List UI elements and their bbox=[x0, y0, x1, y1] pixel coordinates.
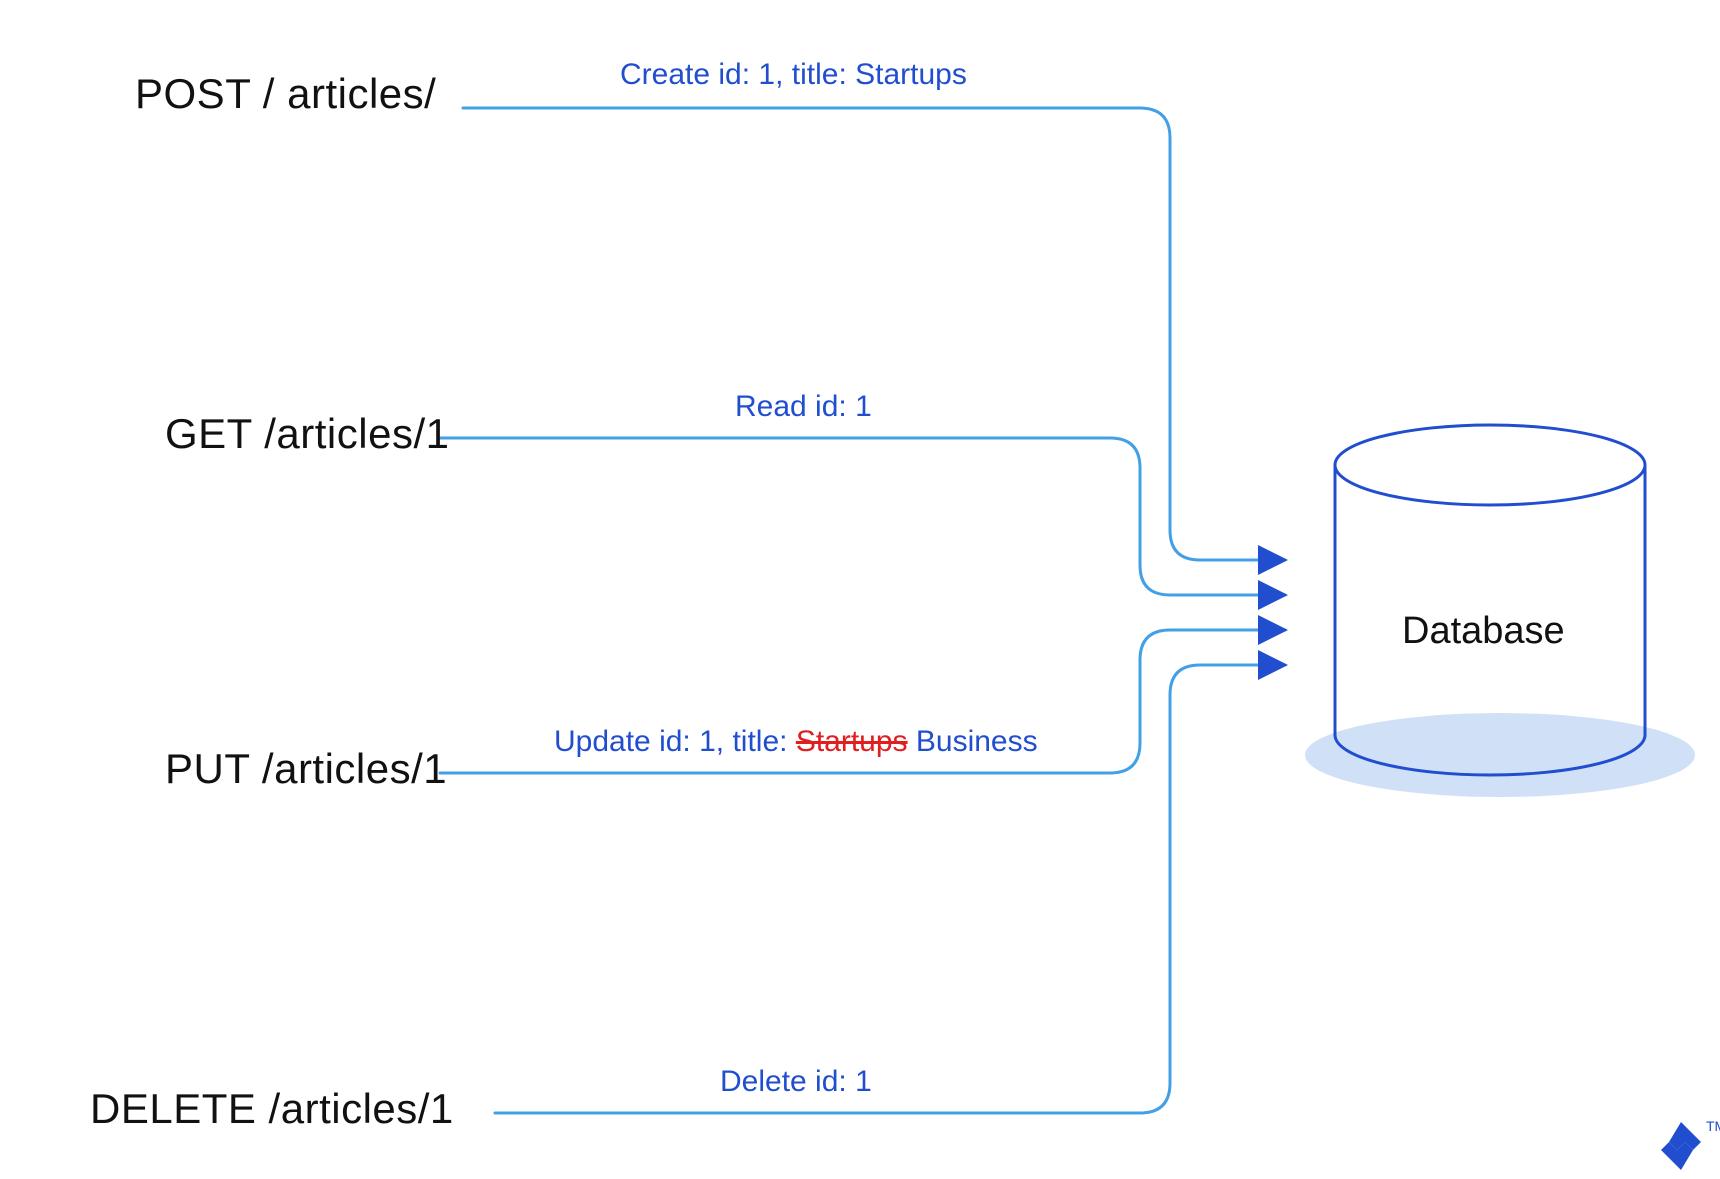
desc-post: Create id: 1, title: Startups bbox=[620, 58, 967, 92]
desc-put-suffix: Business bbox=[908, 725, 1038, 758]
desc-get: Read id: 1 bbox=[735, 390, 872, 424]
arrows bbox=[438, 108, 1285, 1113]
desc-put-strike: Startups bbox=[796, 725, 908, 758]
arrow-get bbox=[438, 438, 1285, 595]
diagram-svg bbox=[0, 0, 1720, 1179]
desc-delete: Delete id: 1 bbox=[720, 1065, 872, 1099]
method-delete: DELETE /articles/1 bbox=[90, 1085, 454, 1133]
database-label: Database bbox=[1402, 610, 1565, 653]
method-put: PUT /articles/1 bbox=[165, 745, 447, 793]
arrow-post bbox=[463, 108, 1285, 560]
trademark: TM bbox=[1706, 1118, 1720, 1134]
method-get: GET /articles/1 bbox=[165, 410, 449, 458]
toptal-logo-icon bbox=[1660, 1118, 1706, 1174]
desc-put: Update id: 1, title: Startups Business bbox=[554, 725, 1038, 759]
method-post: POST / articles/ bbox=[135, 70, 436, 118]
diagram-canvas: POST / articles/ GET /articles/1 PUT /ar… bbox=[0, 0, 1720, 1179]
desc-put-prefix: Update id: 1, title: bbox=[554, 725, 796, 758]
database-shadow bbox=[1305, 713, 1695, 797]
